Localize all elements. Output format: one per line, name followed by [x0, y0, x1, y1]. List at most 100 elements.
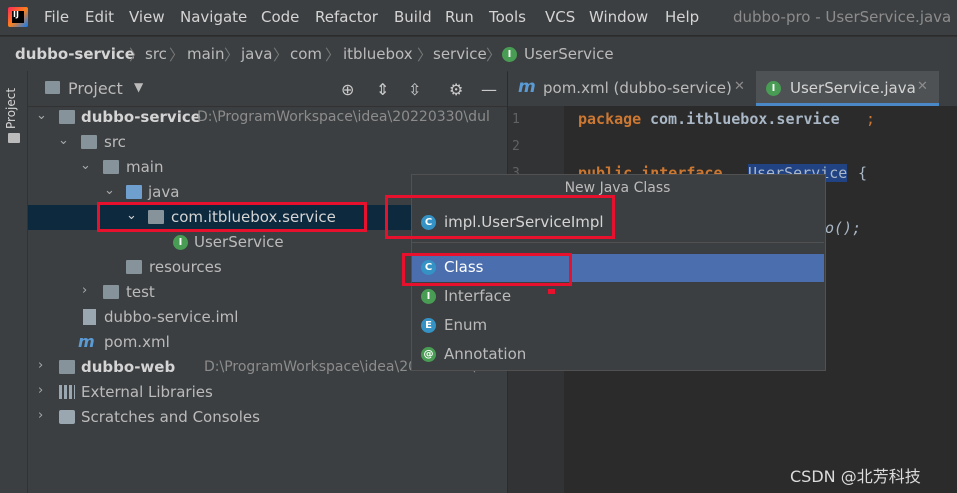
option-class[interactable]: C Class: [412, 254, 824, 282]
menu-build[interactable]: Build: [394, 8, 432, 26]
annotation-icon: @: [421, 347, 436, 362]
option-label: Interface: [444, 287, 512, 305]
interface-icon: I: [502, 47, 517, 62]
option-interface[interactable]: I Interface: [412, 283, 824, 311]
menu-code[interactable]: Code: [261, 8, 299, 26]
chevron-right-icon[interactable]: ›: [38, 383, 43, 398]
enum-icon: E: [421, 318, 436, 333]
tree-label: pom.xml: [104, 333, 170, 351]
tree-row-external-libraries[interactable]: › External Libraries: [28, 380, 507, 405]
file-icon: [83, 309, 96, 325]
chevron-right-icon[interactable]: ›: [38, 358, 43, 373]
tree-label: main: [126, 158, 164, 176]
editor-tabs: m pom.xml (dubbo-service) ✕ I UserServic…: [508, 71, 957, 107]
chevron-right-icon: 〉: [486, 46, 502, 64]
chevron-down-icon[interactable]: ⌄: [58, 133, 69, 148]
tree-label: src: [104, 133, 126, 151]
menu-window[interactable]: Window: [589, 8, 648, 26]
menu-help[interactable]: Help: [665, 8, 699, 26]
watermark: CSDN @北芳科技: [790, 467, 921, 486]
breadcrumb-item[interactable]: src: [145, 45, 167, 63]
chevron-down-icon[interactable]: ▼: [134, 80, 143, 94]
chevron-down-icon[interactable]: ⌄: [80, 158, 91, 173]
chevron-right-icon: 〉: [224, 46, 240, 64]
collapse-all-icon[interactable]: ⇳: [408, 80, 421, 99]
menu-file[interactable]: File: [44, 8, 69, 26]
project-panel-header: Project ▼ ⊕ ⇕ ⇳ ⚙ —: [28, 71, 507, 107]
red-mark: [548, 289, 555, 294]
project-view-title[interactable]: Project: [68, 79, 123, 98]
tree-label: Scratches and Consoles: [81, 408, 260, 426]
tree-label: test: [126, 283, 155, 301]
breadcrumb-item[interactable]: dubbo-service: [15, 45, 135, 63]
menu-tools[interactable]: Tools: [489, 8, 526, 26]
chevron-down-icon[interactable]: ⌄: [36, 108, 47, 123]
menu-bar: IJ File Edit View Navigate Code Refactor…: [0, 0, 957, 35]
breadcrumb-item[interactable]: com: [290, 45, 322, 63]
minimize-icon[interactable]: —: [481, 80, 497, 99]
tree-row-scratches[interactable]: › Scratches and Consoles: [28, 405, 507, 430]
project-view-icon: [45, 81, 60, 94]
code-keyword: package: [578, 110, 642, 128]
tree-row-dubbo-service[interactable]: ⌄ dubbo-service D:\ProgramWorkspace\idea…: [28, 105, 507, 130]
line-number: 2: [512, 139, 520, 154]
tree-label: External Libraries: [81, 383, 213, 401]
window-title: dubbo-pro - UserService.java [: [733, 8, 957, 26]
tree-label: resources: [149, 258, 222, 276]
option-label: Class: [444, 258, 484, 276]
expand-all-icon[interactable]: ⇕: [376, 80, 389, 99]
breadcrumb: dubbo-service 〉 src 〉 main 〉 java 〉 com …: [0, 36, 957, 72]
close-icon[interactable]: ✕: [734, 79, 745, 94]
tool-window-stripe: Project: [0, 71, 28, 493]
menu-refactor[interactable]: Refactor: [315, 8, 378, 26]
locate-icon[interactable]: ⊕: [341, 80, 354, 99]
breadcrumb-item[interactable]: UserService: [524, 45, 614, 63]
tree-row-src[interactable]: ⌄ src: [28, 130, 507, 155]
code-semicolon: ;: [866, 110, 876, 128]
breadcrumb-item[interactable]: java: [241, 45, 272, 63]
gear-icon[interactable]: ⚙: [449, 80, 463, 99]
option-label: Enum: [444, 316, 488, 334]
option-enum[interactable]: E Enum: [412, 312, 824, 340]
breadcrumb-item[interactable]: itbluebox: [343, 45, 413, 63]
close-icon[interactable]: ✕: [917, 79, 928, 94]
tree-label: dubbo-web: [81, 358, 176, 376]
project-tool-button[interactable]: Project: [4, 79, 24, 129]
class-icon: C: [421, 215, 436, 230]
maven-icon: m: [518, 77, 536, 97]
chevron-right-icon: 〉: [129, 46, 145, 64]
chevron-right-icon[interactable]: ›: [82, 283, 87, 298]
divider: [412, 242, 824, 243]
breadcrumb-item[interactable]: service: [433, 45, 487, 63]
chevron-right-icon: 〉: [273, 46, 289, 64]
tree-label: dubbo-service.iml: [104, 308, 239, 326]
folder-icon: [103, 285, 119, 299]
tab-label: UserService.java: [790, 79, 916, 97]
chevron-down-icon[interactable]: ⌄: [126, 208, 137, 223]
chevron-right-icon: 〉: [169, 46, 185, 64]
chevron-down-icon[interactable]: ⌄: [104, 183, 115, 198]
module-icon: [59, 110, 75, 124]
class-name-input[interactable]: C impl.UserServiceImpl: [412, 208, 824, 238]
code-brace: {: [858, 164, 868, 182]
source-folder-icon: [126, 185, 142, 199]
chevron-right-icon: 〉: [325, 46, 341, 64]
option-annotation[interactable]: @ Annotation: [412, 341, 824, 369]
menu-vcs[interactable]: VCS: [545, 8, 575, 26]
class-name-value: impl.UserServiceImpl: [444, 213, 604, 231]
tree-label: com.itbluebox.service: [171, 208, 336, 226]
tree-label: UserService: [194, 233, 284, 251]
tab-pom-xml[interactable]: m pom.xml (dubbo-service) ✕: [508, 71, 755, 106]
tab-userservice-java[interactable]: I UserService.java ✕: [756, 71, 939, 106]
popup-title: New Java Class: [564, 180, 671, 196]
menu-run[interactable]: Run: [445, 8, 474, 26]
interface-icon: I: [173, 235, 188, 250]
menu-navigate[interactable]: Navigate: [180, 8, 247, 26]
scratches-icon: [59, 410, 75, 424]
chevron-right-icon[interactable]: ›: [38, 408, 43, 423]
menu-edit[interactable]: Edit: [85, 8, 114, 26]
breadcrumb-item[interactable]: main: [187, 45, 224, 63]
menu-view[interactable]: View: [129, 8, 165, 26]
code-package-name: com.itbluebox.service: [650, 110, 840, 128]
folder-icon: [103, 160, 119, 174]
